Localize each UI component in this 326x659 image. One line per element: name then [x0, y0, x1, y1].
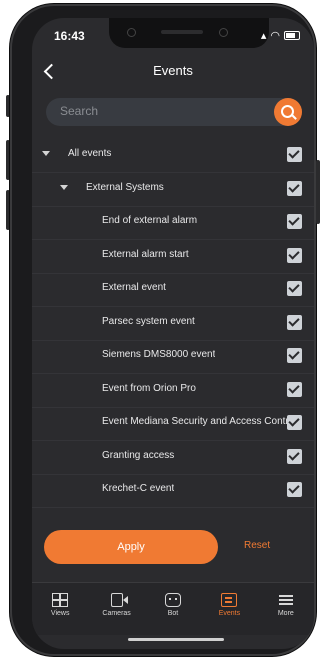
page-title: Events [153, 63, 193, 78]
apply-button[interactable]: Apply [44, 530, 218, 564]
event-checkbox[interactable] [287, 180, 302, 196]
event-label: Parsec system event [102, 315, 195, 327]
status-icons: ▴ ◠ [261, 29, 300, 42]
event-row[interactable]: Krechet-C event [32, 473, 314, 508]
event-row[interactable]: Event Mediana Security and Access Contr.… [32, 406, 314, 441]
signal-icon: ▴ [260, 30, 267, 42]
speaker-grill [161, 30, 203, 34]
event-row[interactable]: External event [32, 272, 314, 307]
event-row[interactable]: All events [32, 138, 314, 173]
power-button [316, 160, 320, 224]
event-checkbox[interactable] [287, 482, 302, 497]
nav-header: Events [32, 62, 314, 88]
search-button[interactable] [274, 98, 302, 126]
event-checkbox[interactable] [287, 415, 302, 430]
event-label: External alarm start [102, 248, 189, 260]
menu-icon [278, 593, 294, 607]
tab-label: More [277, 610, 294, 617]
event-row[interactable]: Event from Orion Pro [32, 373, 314, 408]
event-row[interactable]: End of external alarm [32, 205, 314, 240]
tab-bot[interactable]: Bot [145, 583, 201, 635]
event-row[interactable]: External Systems [32, 172, 314, 207]
event-label: Krechet-C event [102, 483, 175, 494]
event-checkbox[interactable] [287, 281, 302, 296]
event-label: Event Mediana Security and Access Contr.… [102, 416, 297, 427]
event-checkbox[interactable] [287, 348, 302, 363]
tab-label: Cameras [102, 610, 131, 617]
wifi-icon: ◠ [270, 30, 280, 42]
event-checkbox[interactable] [287, 147, 302, 162]
tab-more[interactable]: More [258, 583, 314, 635]
event-row[interactable]: Siemens DMS8000 event [32, 339, 314, 374]
event-label: External Systems [86, 181, 164, 193]
tab-events[interactable]: Events [201, 583, 257, 635]
battery-icon [284, 31, 300, 40]
event-row[interactable]: Parsec system event [32, 306, 314, 341]
camera-lens-icon [219, 28, 228, 37]
camera-icon [110, 593, 128, 607]
home-indicator [128, 638, 224, 641]
status-time: 16:43 [54, 29, 85, 43]
tab-label: Events [218, 610, 241, 617]
events-list: All events External Systems End of externa… [32, 138, 314, 533]
event-row[interactable]: External alarm start [32, 239, 314, 274]
event-checkbox[interactable] [287, 381, 302, 397]
notch [109, 18, 269, 48]
event-checkbox[interactable] [287, 247, 302, 263]
search-icon-handle [291, 114, 297, 120]
bottom-tab-bar: Views Cameras Bot Events More [32, 582, 314, 635]
tab-label: Views [50, 610, 70, 617]
bot-icon [165, 593, 182, 607]
sensor-icon [127, 28, 136, 37]
phone-frame: 16:43 ▴ ◠ Events Search All events Extern… [10, 4, 316, 656]
reset-button[interactable]: Reset [244, 540, 270, 551]
event-checkbox[interactable] [287, 214, 302, 229]
event-label: All events [68, 148, 112, 159]
event-label: Granting access [102, 449, 175, 461]
tab-views[interactable]: Views [32, 583, 88, 635]
event-label: Event from Orion Pro [102, 382, 196, 394]
search-bar[interactable]: Search [46, 98, 302, 126]
event-checkbox[interactable] [287, 448, 302, 464]
event-label: End of external alarm [102, 215, 198, 226]
search-input[interactable]: Search [60, 104, 98, 118]
event-label: External event [102, 282, 166, 293]
tab-label: Bot [167, 610, 179, 617]
event-row[interactable]: Granting access [32, 440, 314, 475]
expand-caret-icon[interactable] [60, 184, 68, 190]
event-label: Siemens DMS8000 event [102, 349, 216, 360]
tab-cameras[interactable]: Cameras [88, 583, 144, 635]
app-screen: 16:43 ▴ ◠ Events Search All events Extern… [32, 18, 314, 649]
expand-caret-icon[interactable] [42, 151, 50, 156]
event-checkbox[interactable] [287, 314, 302, 330]
grid-icon [52, 593, 69, 607]
events-icon [221, 593, 238, 607]
